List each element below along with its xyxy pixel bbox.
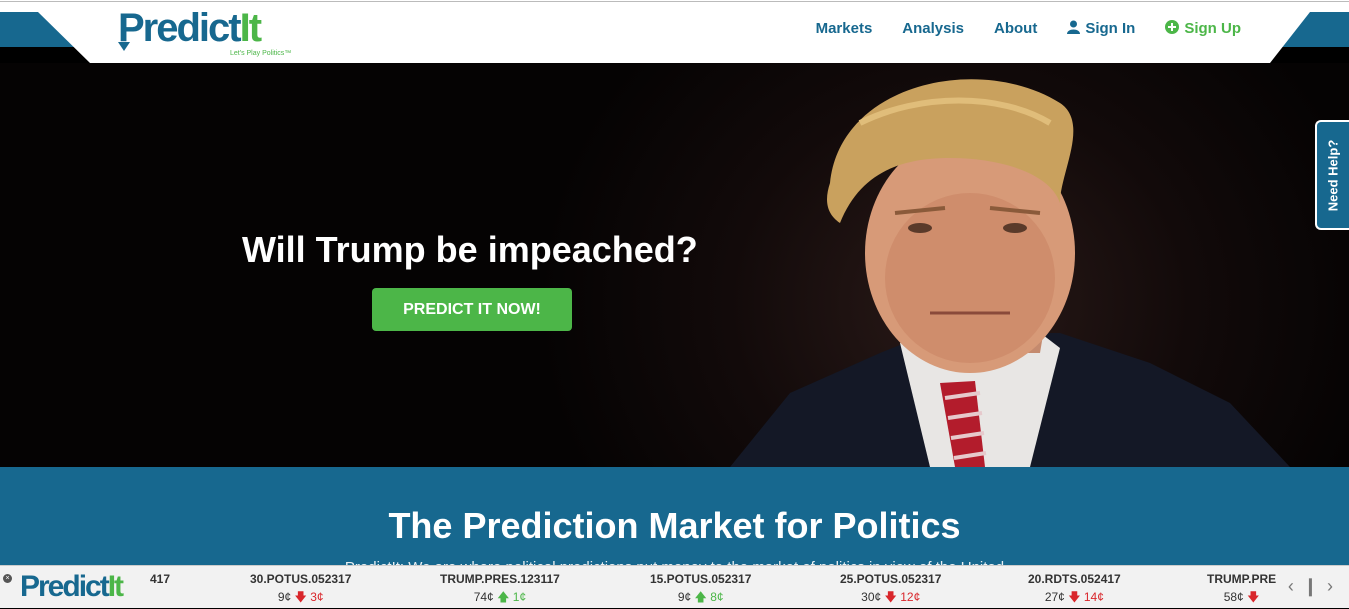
need-help-label: Need Help? xyxy=(1325,139,1341,211)
ticker-symbol: 20.RDTS.052417 xyxy=(1028,572,1121,586)
ticker-change: 3¢ xyxy=(310,590,324,604)
nav-about[interactable]: About xyxy=(994,20,1037,37)
ticker-logo-it: It xyxy=(107,570,124,603)
arrow-up-icon: 🡅 xyxy=(694,590,707,604)
ticker-change: 1¢ xyxy=(512,590,527,604)
ticker-controls[interactable]: ‹ ❙ › xyxy=(1288,576,1335,597)
predictit-logo[interactable]: PredictIt Let's Play Politics™ xyxy=(118,6,291,58)
predict-it-now-button[interactable]: PREDICT IT NOW! xyxy=(372,288,572,331)
ticker-symbol: TRUMP.PRE xyxy=(1207,572,1277,586)
user-icon xyxy=(1067,20,1081,37)
ticker-partial-symbol: 417 xyxy=(150,572,171,586)
ticker-price: 9¢ xyxy=(277,590,292,604)
ticker-item[interactable]: 30.POTUS.052317 9¢ 🡇 3¢ xyxy=(250,572,351,609)
section-title: The Prediction Market for Politics xyxy=(388,505,961,546)
ticker-logo[interactable]: PredictIt xyxy=(20,570,124,604)
ticker-price: 74¢ xyxy=(473,590,494,604)
ticker-item[interactable]: TRUMP.PRES.123117 74¢ 🡅 1¢ xyxy=(440,572,560,609)
close-icon[interactable]: × xyxy=(3,574,12,583)
market-ticker: × PredictIt 417 30.POTUS.052317 9¢ 🡇 3¢ … xyxy=(0,565,1349,608)
ticker-item[interactable]: 20.RDTS.052417 27¢ 🡇 14¢ xyxy=(1028,572,1121,609)
arrow-down-icon: 🡇 xyxy=(1247,590,1260,604)
ticker-price: 30¢ xyxy=(861,590,882,604)
ticker-symbol: 15.POTUS.052317 xyxy=(650,572,752,586)
ticker-item[interactable]: 15.POTUS.052317 9¢ 🡅 8¢ xyxy=(650,572,751,609)
arrow-down-icon: 🡇 xyxy=(294,590,307,604)
sign-in-label: Sign In xyxy=(1085,20,1136,37)
hero-banner: Will Trump be impeached? PREDICT IT NOW! xyxy=(0,63,1349,467)
ticker-symbol: TRUMP.PRES.123117 xyxy=(440,572,560,586)
logo-tagline: Let's Play Politics™ xyxy=(230,50,292,57)
nav-sign-up[interactable]: Sign Up xyxy=(1165,20,1241,37)
need-help-tab[interactable]: Need Help? xyxy=(1315,120,1349,230)
ticker-change: 8¢ xyxy=(710,590,724,604)
logo-arrow-icon xyxy=(118,42,130,51)
ticker-change: 12¢ xyxy=(900,590,921,604)
sign-up-label: Sign Up xyxy=(1184,20,1241,37)
logo-text-it: It xyxy=(239,6,262,50)
ticker-partial-item[interactable]: 417 xyxy=(150,572,170,586)
ticker-price: 9¢ xyxy=(677,590,692,604)
nav-sign-in[interactable]: Sign In xyxy=(1067,20,1135,37)
ticker-price: 27¢ xyxy=(1044,590,1065,604)
ticker-logo-predict: Predict xyxy=(20,570,110,603)
nav-analysis[interactable]: Analysis xyxy=(902,20,964,37)
main-nav: Markets Analysis About Sign In Sign Up xyxy=(816,20,1241,37)
ticker-change: 14¢ xyxy=(1083,590,1104,604)
logo-text-predict: Predict xyxy=(118,6,242,50)
ticker-item[interactable]: TRUMP.PRE 58¢ 🡇 xyxy=(1207,572,1276,609)
ticker-symbol: 30.POTUS.052317 xyxy=(250,572,352,586)
arrow-down-icon: 🡇 xyxy=(884,590,897,604)
nav-markets[interactable]: Markets xyxy=(816,20,873,37)
plus-circle-icon xyxy=(1165,20,1180,37)
ticker-item[interactable]: 25.POTUS.052317 30¢ 🡇 12¢ xyxy=(840,572,941,609)
arrow-down-icon: 🡇 xyxy=(1068,590,1081,604)
trump-portrait-image xyxy=(730,79,1290,467)
arrow-up-icon: 🡅 xyxy=(497,590,510,604)
hero-headline: Will Trump be impeached? xyxy=(242,229,698,270)
ticker-price: 58¢ xyxy=(1223,590,1244,604)
ticker-symbol: 25.POTUS.052317 xyxy=(840,572,942,586)
